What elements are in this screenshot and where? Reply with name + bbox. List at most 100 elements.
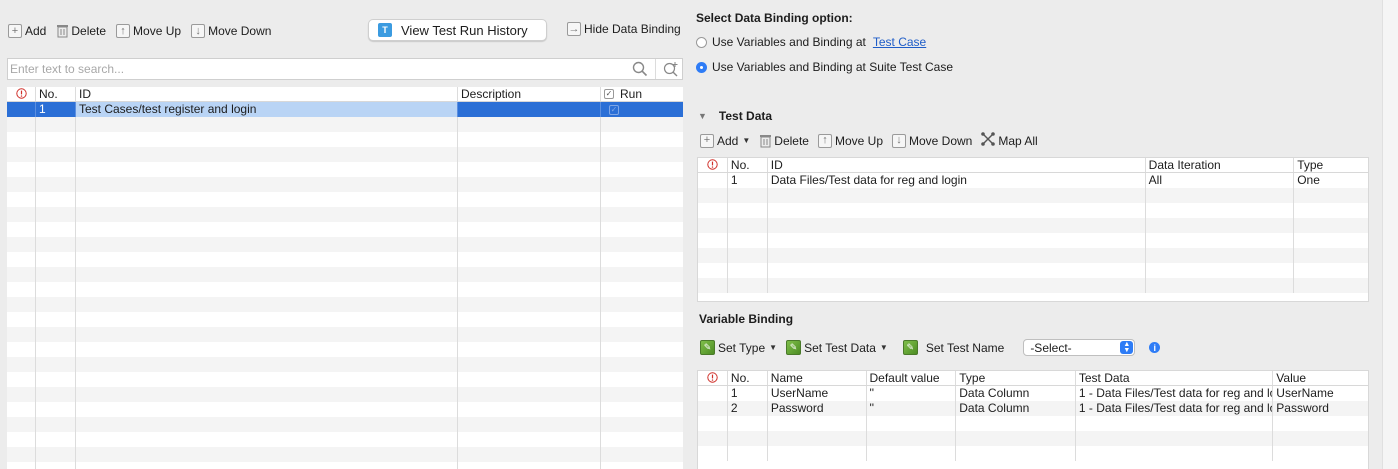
empty-cell: [698, 431, 728, 446]
empty-cell: [36, 297, 76, 312]
move-down-button[interactable]: ↓ Move Down: [191, 24, 271, 38]
row-name[interactable]: UserName: [768, 386, 867, 401]
table-row[interactable]: 1 UserName '' Data Column 1 - Data Files…: [698, 386, 1368, 401]
empty-cell: [728, 203, 768, 218]
row-value[interactable]: UserName: [1273, 386, 1368, 401]
search-icon[interactable]: [629, 59, 651, 79]
binding-option-suite-test-case[interactable]: Use Variables and Binding at Suite Test …: [696, 60, 953, 74]
table-row[interactable]: 2 Password '' Data Column 1 - Data Files…: [698, 401, 1368, 416]
delete-label: Delete: [71, 24, 107, 38]
empty-cell: [7, 117, 36, 132]
empty-cell: [7, 312, 36, 327]
row-id[interactable]: Data Files/Test data for reg and login: [768, 173, 1146, 188]
table-row[interactable]: 1 Data Files/Test data for reg and login…: [698, 173, 1368, 188]
table-header: No. Name Default value Type Test Data Va…: [698, 371, 1368, 386]
empty-cell: [728, 446, 768, 461]
empty-cell: [867, 446, 957, 461]
empty-cell: [601, 447, 683, 462]
column-header-value[interactable]: Value: [1273, 371, 1368, 385]
column-header-type[interactable]: Type: [956, 371, 1076, 385]
row-name[interactable]: Password: [768, 401, 867, 416]
empty-cell: [601, 372, 683, 387]
empty-cell: [7, 462, 36, 469]
test-data-add-label: Add: [717, 133, 739, 148]
empty-cell: [7, 207, 36, 222]
row-status: [698, 173, 728, 188]
test-data-move-down-button[interactable]: ↓ Move Down: [892, 133, 972, 148]
column-header-description[interactable]: Description: [458, 87, 601, 101]
move-up-button[interactable]: ↑ Move Up: [116, 24, 181, 38]
empty-cell: [601, 237, 683, 252]
run-checkbox[interactable]: ✓: [609, 104, 619, 115]
hide-data-binding-button[interactable]: → Hide Data Binding: [567, 22, 681, 36]
map-all-button[interactable]: Map All: [981, 132, 1038, 149]
empty-row: [7, 462, 683, 469]
empty-cell: [36, 117, 76, 132]
row-default[interactable]: '': [867, 401, 957, 416]
column-header-name[interactable]: Name: [768, 371, 867, 385]
test-data-delete-button[interactable]: Delete: [759, 134, 809, 148]
empty-cell: [36, 357, 76, 372]
row-test-data[interactable]: 1 - Data Files/Test data for reg and log…: [1076, 386, 1274, 401]
test-name-select[interactable]: -Select- ▲ ▼: [1023, 339, 1136, 356]
checkbox-icon[interactable]: ✓: [604, 89, 614, 99]
dropdown-caret-icon[interactable]: ▼: [742, 136, 750, 145]
column-header-no[interactable]: No.: [728, 371, 768, 385]
set-type-button[interactable]: ✎ Set Type ▼: [700, 340, 777, 355]
empty-cell: [458, 252, 601, 267]
row-type[interactable]: Data Column: [956, 386, 1076, 401]
row-value[interactable]: Password: [1273, 401, 1368, 416]
row-id[interactable]: Test Cases/test register and login: [76, 102, 458, 117]
empty-cell: [768, 248, 1146, 263]
test-data-section-header[interactable]: ▼ Test Data: [692, 109, 772, 123]
plus-icon: +: [700, 133, 714, 148]
row-run[interactable]: ✓: [601, 102, 683, 117]
column-header-id[interactable]: ID: [76, 87, 458, 101]
row-test-data[interactable]: 1 - Data Files/Test data for reg and log…: [1076, 401, 1274, 416]
view-test-run-history-button[interactable]: T View Test Run History: [368, 19, 547, 41]
empty-cell: [458, 447, 601, 462]
delete-button[interactable]: Delete: [56, 24, 106, 38]
advanced-search-icon[interactable]: [660, 59, 682, 79]
empty-cell: [601, 417, 683, 432]
row-iteration[interactable]: All: [1146, 173, 1295, 188]
search-input[interactable]: [8, 59, 629, 79]
column-header-no[interactable]: No.: [36, 87, 76, 101]
collapse-triangle-icon[interactable]: ▼: [698, 111, 707, 121]
column-header-type[interactable]: Type: [1294, 158, 1368, 172]
empty-cell: [76, 387, 458, 402]
column-header-data-iteration[interactable]: Data Iteration: [1146, 158, 1295, 172]
test-case-link[interactable]: Test Case: [873, 35, 926, 49]
row-type[interactable]: Data Column: [956, 401, 1076, 416]
row-type[interactable]: One: [1294, 173, 1368, 188]
empty-cell: [768, 446, 867, 461]
set-test-name-button[interactable]: ✎ Set Test Name: [902, 340, 1004, 355]
radio-suite-test-case[interactable]: [696, 61, 707, 73]
column-header-run[interactable]: ✓ Run: [601, 87, 683, 101]
select-value: -Select-: [1030, 340, 1072, 355]
row-default[interactable]: '': [867, 386, 957, 401]
info-icon[interactable]: i: [1149, 342, 1161, 353]
column-header-no[interactable]: No.: [728, 158, 768, 172]
column-header-test-data[interactable]: Test Data: [1076, 371, 1274, 385]
empty-cell: [7, 417, 36, 432]
empty-cell: [36, 162, 76, 177]
row-description[interactable]: [458, 102, 601, 117]
test-data-add-button[interactable]: + Add ▼: [700, 133, 750, 148]
dropdown-caret-icon[interactable]: ▼: [769, 343, 777, 352]
set-test-data-button[interactable]: ✎ Set Test Data ▼: [786, 340, 888, 355]
column-header-id[interactable]: ID: [768, 158, 1146, 172]
vertical-scrollbar[interactable]: [1382, 0, 1398, 469]
radio-test-case[interactable]: [696, 36, 707, 48]
table-row[interactable]: 1 Test Cases/test register and login ✓: [7, 102, 683, 117]
dropdown-caret-icon[interactable]: ▼: [880, 343, 888, 352]
empty-cell: [867, 416, 957, 431]
edit-icon: ✎: [700, 340, 715, 355]
empty-cell: [956, 446, 1076, 461]
empty-row: [7, 147, 683, 162]
test-data-move-up-button[interactable]: ↑ Move Up: [817, 133, 883, 148]
column-header-default-value[interactable]: Default value: [867, 371, 957, 385]
binding-option-test-case[interactable]: Use Variables and Binding at Test Case: [696, 35, 926, 49]
add-button[interactable]: + Add: [8, 24, 46, 38]
empty-cell: [458, 387, 601, 402]
